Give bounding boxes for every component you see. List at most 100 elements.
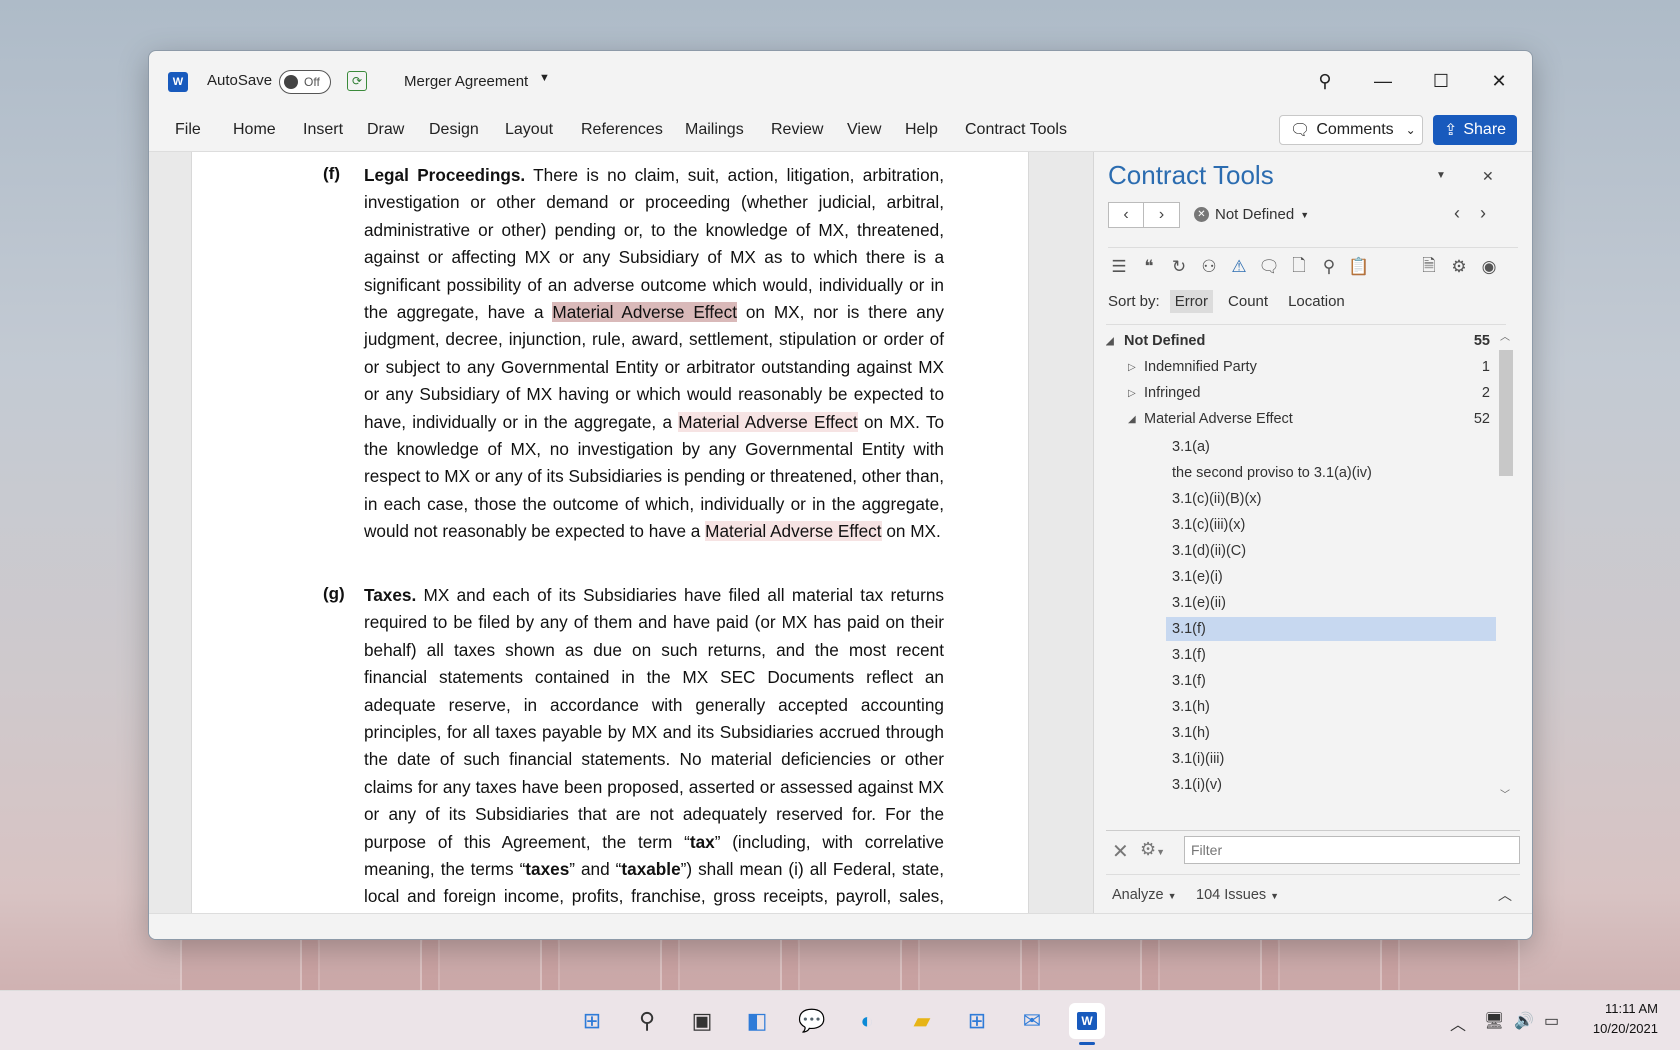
menu-mailings[interactable]: Mailings bbox=[685, 121, 744, 139]
document-page[interactable]: (f) Legal Proceedings. There is no claim… bbox=[191, 152, 1029, 914]
tree-location[interactable]: 3.1(e)(ii) bbox=[1166, 591, 1496, 615]
account-icon[interactable]: ◉ bbox=[1478, 256, 1500, 278]
tree-item-count: 2 bbox=[1481, 385, 1490, 401]
task-view-icon[interactable]: ▣ bbox=[684, 1003, 720, 1039]
search-icon[interactable]: ⚲ bbox=[1309, 65, 1341, 97]
gear-icon[interactable]: ⚙ bbox=[1448, 256, 1470, 278]
previous-issue-icon[interactable]: ‹ bbox=[1109, 203, 1145, 227]
highlight-material-adverse-effect[interactable]: Material Adverse Effect bbox=[705, 521, 882, 542]
tree-item-infringed[interactable]: ▷ Infringed 2 bbox=[1128, 381, 1496, 405]
teams-chat-icon[interactable]: 💬 bbox=[794, 1003, 830, 1039]
store-icon[interactable]: ⊞ bbox=[959, 1003, 995, 1039]
issues-label: 104 Issues bbox=[1196, 887, 1267, 903]
tree-location[interactable]: 3.1(f) bbox=[1166, 643, 1496, 667]
menu-help[interactable]: Help bbox=[905, 121, 938, 139]
document-icon[interactable]: 🗋 bbox=[1288, 256, 1310, 278]
close-icon[interactable]: ✕ bbox=[1483, 65, 1515, 97]
error-icon: ✕ bbox=[1194, 207, 1209, 222]
next-arrow-icon[interactable]: › bbox=[1480, 203, 1486, 224]
word-icon[interactable]: W bbox=[1069, 1003, 1105, 1045]
menu-view[interactable]: View bbox=[847, 121, 881, 139]
scroll-down-icon[interactable]: ﹀ bbox=[1500, 786, 1510, 801]
widgets-icon[interactable]: ◧ bbox=[739, 1003, 775, 1039]
menu-review[interactable]: Review bbox=[771, 121, 823, 139]
tree-location[interactable]: 3.1(d)(ii)(C) bbox=[1166, 539, 1496, 563]
menu-contract-tools[interactable]: Contract Tools bbox=[965, 121, 1067, 139]
menu-file[interactable]: File bbox=[175, 121, 201, 139]
highlight-material-adverse-effect[interactable]: Material Adverse Effect bbox=[678, 411, 858, 432]
chevron-up-icon[interactable]: ︿ bbox=[1450, 1011, 1466, 1035]
edge-icon[interactable]: ◐ bbox=[849, 1003, 885, 1039]
chevron-down-icon[interactable]: ▼ bbox=[539, 72, 550, 84]
clipboard-icon[interactable]: 📋 bbox=[1348, 256, 1370, 278]
tree-location[interactable]: 3.1(c)(ii)(B)(x) bbox=[1166, 487, 1496, 511]
paragraph-taxes[interactable]: Taxes. MX and each of its Subsidiaries h… bbox=[364, 582, 944, 914]
sort-location[interactable]: Location bbox=[1283, 290, 1350, 313]
network-icon[interactable]: 🖥 bbox=[1484, 1011, 1504, 1031]
windows-start-icon[interactable]: ⊞ bbox=[574, 1003, 610, 1039]
defined-term: taxable bbox=[621, 859, 681, 880]
tree-location[interactable]: the second proviso to 3.1(a)(iv) bbox=[1166, 461, 1496, 485]
pane-menu-icon[interactable]: ▼ bbox=[1436, 170, 1446, 181]
share-button[interactable]: ⇪ Share bbox=[1433, 115, 1517, 145]
document-settings-icon[interactable]: 🗎 bbox=[1418, 256, 1440, 278]
tree-location[interactable]: 3.1(i)(v) bbox=[1166, 773, 1496, 797]
analyze-dropdown[interactable]: Analyze ▼ bbox=[1112, 887, 1177, 903]
search-icon[interactable]: ⚲ bbox=[1318, 256, 1340, 278]
volume-icon[interactable]: 🔊 bbox=[1514, 1011, 1534, 1031]
highlight-material-adverse-effect[interactable]: Material Adverse Effect bbox=[552, 302, 737, 323]
parties-icon[interactable]: ⚇ bbox=[1198, 256, 1220, 278]
warning-icon[interactable]: ⚠ bbox=[1228, 256, 1250, 278]
menu-home[interactable]: Home bbox=[233, 121, 276, 139]
minimize-icon[interactable]: — bbox=[1367, 65, 1399, 97]
tree-item-material-adverse-effect[interactable]: ◢ Material Adverse Effect 52 bbox=[1128, 407, 1496, 431]
comments-label: Comments bbox=[1316, 121, 1394, 138]
clear-filter-icon[interactable]: ✕ bbox=[1112, 839, 1129, 864]
tree-location[interactable]: 3.1(h) bbox=[1166, 721, 1496, 745]
maximize-icon[interactable]: ☐ bbox=[1425, 65, 1457, 97]
tree-location[interactable]: 3.1(f) bbox=[1166, 669, 1496, 693]
document-title[interactable]: Merger Agreement bbox=[404, 73, 528, 90]
sync-icon[interactable]: ⟳ bbox=[347, 71, 367, 91]
file-explorer-icon[interactable]: ▰ bbox=[904, 1003, 940, 1039]
tree-group-not-defined[interactable]: ◢ Not Defined 55 bbox=[1106, 329, 1496, 353]
menu-insert[interactable]: Insert bbox=[303, 121, 343, 139]
tree-location[interactable]: 3.1(e)(i) bbox=[1166, 565, 1496, 589]
tree-group-count: 55 bbox=[1473, 333, 1490, 349]
cross-reference-icon[interactable]: ↻ bbox=[1168, 256, 1190, 278]
tree-scrollbar[interactable]: ︿ ﹀ bbox=[1496, 324, 1514, 804]
issues-dropdown[interactable]: 104 Issues ▼ bbox=[1196, 887, 1279, 903]
menu-layout[interactable]: Layout bbox=[505, 121, 553, 139]
paragraph-legal-proceedings[interactable]: Legal Proceedings. There is no claim, su… bbox=[364, 162, 944, 546]
filter-input[interactable] bbox=[1184, 836, 1520, 864]
menu-references[interactable]: References bbox=[581, 121, 663, 139]
tree-location-selected[interactable]: 3.1(f) bbox=[1166, 617, 1496, 641]
tree-location[interactable]: 3.1(h) bbox=[1166, 695, 1496, 719]
gear-icon[interactable]: ⚙▼ bbox=[1140, 839, 1165, 860]
comment-icon[interactable]: 🗨 bbox=[1258, 256, 1280, 278]
comments-button[interactable]: 🗨 Comments ⌄ bbox=[1279, 115, 1423, 145]
mail-icon[interactable]: ✉ bbox=[1014, 1003, 1050, 1039]
menu-draw[interactable]: Draw bbox=[367, 121, 404, 139]
tree-item-indemnified-party[interactable]: ▷ Indemnified Party 1 bbox=[1128, 355, 1496, 379]
scroll-up-icon[interactable]: ︿ bbox=[1500, 328, 1510, 343]
battery-icon[interactable]: ▭ bbox=[1544, 1011, 1559, 1031]
menu-design[interactable]: Design bbox=[429, 121, 479, 139]
next-issue-icon[interactable]: › bbox=[1144, 203, 1179, 227]
scrollbar-thumb[interactable] bbox=[1499, 350, 1513, 476]
system-clock[interactable]: 11:11 AM 10/20/2021 bbox=[1593, 999, 1658, 1039]
collapse-panel-icon[interactable]: ︿ bbox=[1498, 885, 1512, 905]
outline-icon[interactable]: ☰ bbox=[1108, 256, 1130, 278]
sort-count[interactable]: Count bbox=[1223, 290, 1273, 313]
close-icon[interactable]: ✕ bbox=[1482, 168, 1494, 185]
tree-location[interactable]: 3.1(i)(iii) bbox=[1166, 747, 1496, 771]
error-type-dropdown[interactable]: ✕ Not Defined ▼ bbox=[1194, 206, 1309, 223]
tree-location[interactable]: 3.1(c)(iii)(x) bbox=[1166, 513, 1496, 537]
tree-location[interactable]: 3.1(a) bbox=[1166, 435, 1496, 459]
search-icon[interactable]: ⚲ bbox=[629, 1003, 665, 1039]
quote-icon[interactable]: ❝ bbox=[1138, 256, 1160, 278]
sort-error[interactable]: Error bbox=[1169, 290, 1214, 313]
autosave-toggle[interactable]: Off bbox=[279, 70, 331, 94]
previous-arrow-icon[interactable]: ‹ bbox=[1454, 203, 1460, 224]
workspace: (f) Legal Proceedings. There is no claim… bbox=[149, 151, 1532, 914]
